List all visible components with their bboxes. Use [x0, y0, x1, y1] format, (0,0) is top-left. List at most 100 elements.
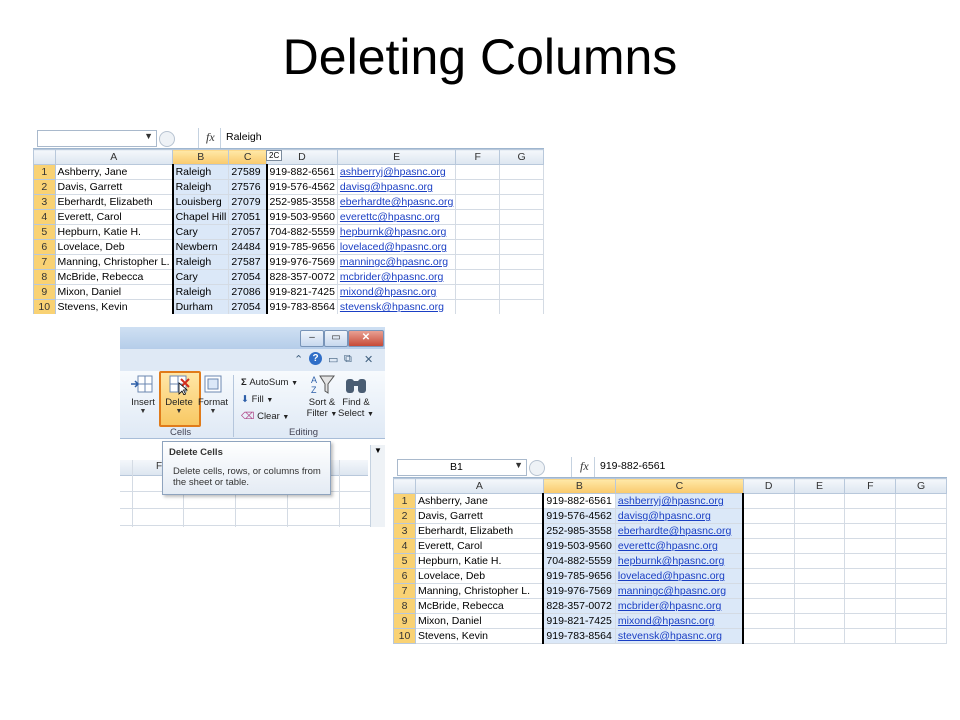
cell[interactable]: Manning, Christopher L.	[414, 583, 544, 599]
cell[interactable]	[742, 598, 795, 614]
cell[interactable]: Stevens, Kevin	[414, 628, 544, 644]
restore-icon[interactable]: ⧉	[344, 353, 352, 366]
cell[interactable]: 27576	[228, 179, 268, 195]
cell[interactable]: Cary	[171, 224, 230, 240]
cell[interactable]: Louisberg	[171, 194, 230, 210]
cell[interactable]: 919-785-9656	[266, 239, 338, 255]
column-header-a[interactable]: A	[414, 478, 544, 494]
cell[interactable]: 828-357-0072	[266, 269, 338, 285]
name-box[interactable]: ▼	[37, 130, 157, 147]
row-header[interactable]: 9	[393, 613, 416, 629]
cell[interactable]	[742, 553, 795, 569]
chevron-down-icon[interactable]: ▼	[374, 446, 382, 455]
cell[interactable]: eberhardte@hpasnc.org	[336, 194, 457, 210]
minimize-button[interactable]: –	[300, 330, 324, 347]
cell[interactable]: 828-357-0072	[542, 598, 616, 614]
column-header-b[interactable]: B	[542, 478, 616, 494]
cell[interactable]: Lovelace, Deb	[54, 239, 174, 255]
cell[interactable]: McBride, Rebecca	[54, 269, 174, 285]
delete-button[interactable]: Delete ▼	[162, 373, 196, 415]
cell[interactable]: 27079	[228, 194, 268, 210]
cell[interactable]	[793, 568, 846, 584]
cell[interactable]	[742, 613, 795, 629]
formula-input[interactable]: 919-882-6561	[600, 460, 665, 472]
column-header-g[interactable]: G	[499, 149, 544, 165]
cell[interactable]: 919-882-6561	[542, 493, 616, 509]
cell[interactable]: eberhardte@hpasnc.org	[614, 523, 745, 539]
cell[interactable]: ashberryj@hpasnc.org	[336, 164, 457, 180]
cell[interactable]: 704-882-5559	[266, 224, 338, 240]
cell[interactable]: mcbrider@hpasnc.org	[336, 269, 457, 285]
cell[interactable]: lovelaced@hpasnc.org	[336, 239, 457, 255]
cell[interactable]: McBride, Rebecca	[414, 598, 544, 614]
cell[interactable]	[895, 568, 947, 584]
cell[interactable]: mcbrider@hpasnc.org	[614, 598, 745, 614]
cell[interactable]: Ashberry, Jane	[54, 164, 174, 180]
column-header-e[interactable]: E	[336, 149, 457, 165]
row-header[interactable]: 10	[33, 299, 56, 314]
cell[interactable]	[455, 254, 501, 270]
vertical-scrollbar[interactable]: ▼	[370, 445, 385, 527]
cell[interactable]	[844, 538, 897, 554]
cell[interactable]	[844, 628, 897, 644]
row-header[interactable]: 5	[33, 224, 56, 240]
row-header[interactable]: 5	[393, 553, 416, 569]
cell[interactable]	[499, 209, 544, 225]
cell[interactable]	[793, 553, 846, 569]
cell[interactable]: 27054	[228, 299, 268, 314]
cell[interactable]	[499, 224, 544, 240]
cell[interactable]	[742, 493, 795, 509]
cell[interactable]	[895, 538, 947, 554]
row-header[interactable]: 7	[33, 254, 56, 270]
cell[interactable]: Davis, Garrett	[414, 508, 544, 524]
autosum-button[interactable]: Σ AutoSum ▼	[241, 377, 298, 388]
cell[interactable]: Eberhardt, Elizabeth	[54, 194, 174, 210]
row-header[interactable]: 3	[33, 194, 56, 210]
cell[interactable]: 919-976-7569	[542, 583, 616, 599]
close-button[interactable]: ✕	[348, 330, 384, 347]
cell-grid[interactable]: ABCDEFG 1 Ashberry, Jane 919-882-6561 ashbe…	[393, 478, 947, 644]
cell[interactable]: 919-821-7425	[542, 613, 616, 629]
cell[interactable]: hepburnk@hpasnc.org	[336, 224, 457, 240]
cell[interactable]: 919-882-6561	[266, 164, 338, 180]
cell[interactable]	[455, 209, 501, 225]
cell[interactable]	[499, 194, 544, 210]
cell[interactable]: stevensk@hpasnc.org	[336, 299, 457, 314]
minimize-icon[interactable]: ▭	[328, 353, 338, 366]
cell[interactable]: ashberryj@hpasnc.org	[614, 493, 745, 509]
find-select-button[interactable]: Find & Select ▼	[338, 373, 374, 419]
cell[interactable]	[499, 269, 544, 285]
cell[interactable]	[844, 553, 897, 569]
cell[interactable]	[895, 493, 947, 509]
column-header-b[interactable]: B	[172, 149, 230, 165]
cell[interactable]: 704-882-5559	[542, 553, 616, 569]
cell[interactable]: lovelaced@hpasnc.org	[614, 568, 745, 584]
cell[interactable]	[844, 508, 897, 524]
maximize-button[interactable]: ▭	[324, 330, 348, 347]
cell[interactable]: Mixon, Daniel	[54, 284, 174, 300]
cell[interactable]: davisg@hpasnc.org	[614, 508, 745, 524]
row-header[interactable]: 1	[33, 164, 56, 180]
cell[interactable]: 919-976-7569	[266, 254, 338, 270]
cell[interactable]	[455, 284, 501, 300]
cell[interactable]	[742, 568, 795, 584]
insert-button[interactable]: Insert ▼	[126, 373, 160, 415]
cell[interactable]: 919-783-8564	[266, 299, 338, 314]
cell[interactable]: 27054	[228, 269, 268, 285]
cell[interactable]	[895, 508, 947, 524]
cell[interactable]	[499, 179, 544, 195]
cell[interactable]	[742, 523, 795, 539]
cell[interactable]	[793, 628, 846, 644]
cell[interactable]	[455, 179, 501, 195]
cell[interactable]: davisg@hpasnc.org	[336, 179, 457, 195]
cell[interactable]: Everett, Carol	[54, 209, 174, 225]
cell[interactable]: hepburnk@hpasnc.org	[614, 553, 745, 569]
cell[interactable]: mixond@hpasnc.org	[614, 613, 745, 629]
cell[interactable]	[742, 583, 795, 599]
cell[interactable]: 27057	[228, 224, 268, 240]
chevron-down-icon[interactable]: ▼	[514, 460, 523, 470]
row-header[interactable]: 4	[393, 538, 416, 554]
cell[interactable]: Ashberry, Jane	[414, 493, 544, 509]
cell[interactable]: Raleigh	[171, 164, 230, 180]
cell[interactable]	[844, 493, 897, 509]
